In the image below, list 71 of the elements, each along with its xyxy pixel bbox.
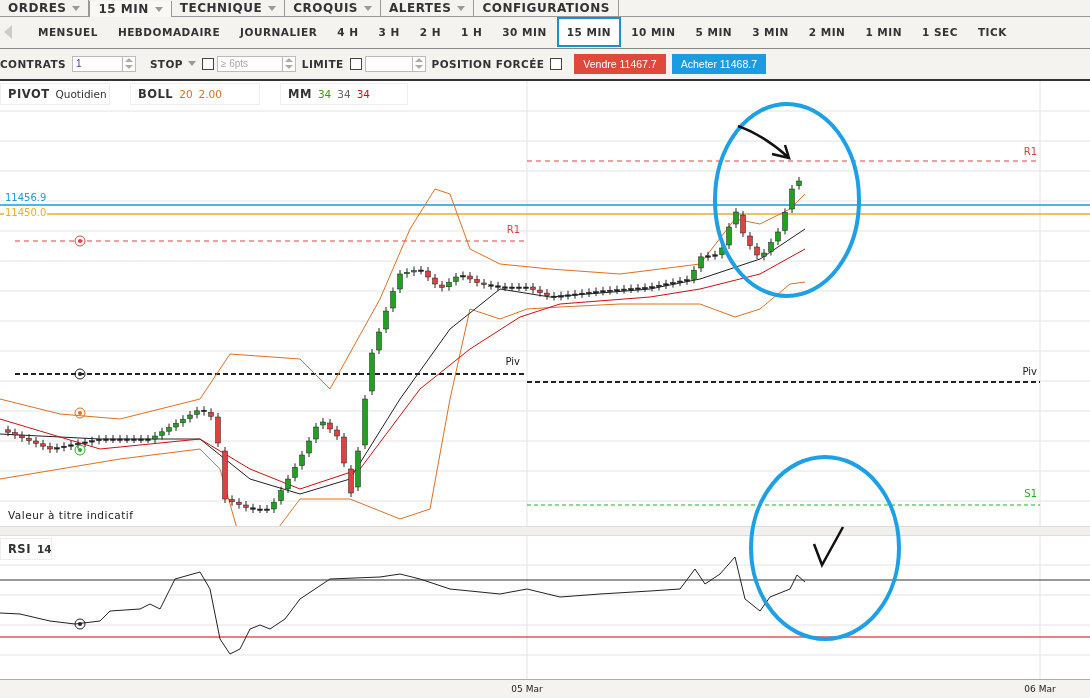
marker-icon [74, 444, 86, 456]
caret-icon [457, 5, 466, 11]
pivot-label: R1 [506, 224, 520, 236]
caret-icon [187, 61, 196, 67]
stop-dropdown[interactable]: STOP [149, 57, 196, 70]
indicator-legend[interactable]: PIVOT Quotidien [0, 83, 110, 106]
indicator-legend[interactable]: BOLL 20 2.00 [130, 83, 260, 106]
menu-tab[interactable]: TECHNIQUE [171, 0, 286, 16]
timeframe-button[interactable]: 1 MIN [855, 17, 912, 48]
indicator-parameter: 14 [36, 543, 52, 556]
price-label: 11456.9 [4, 192, 48, 204]
stop-checkbox[interactable] [201, 57, 214, 70]
checkmark-drawing [812, 526, 845, 569]
arrow-drawing [736, 124, 791, 160]
indicator-parameter: 34 [317, 88, 332, 101]
indicator-parameter: Quotidien [55, 88, 107, 101]
pivot-label: S1 [1024, 488, 1037, 500]
contracts-label: CONTRATS [0, 57, 66, 70]
contracts-field[interactable]: 1 [71, 55, 122, 72]
indicator-name: RSI [8, 542, 31, 557]
price-label: 11450.0 [4, 207, 48, 219]
timeframe-button[interactable]: 15 MIN [556, 17, 622, 48]
limit-label: LIMITE [301, 57, 344, 70]
timeframe-button[interactable]: 10 MIN [621, 17, 686, 48]
axis-label: 06 Mar [1024, 684, 1056, 695]
sell-button[interactable]: Vendre 11467.7 [574, 53, 666, 74]
stop-field[interactable]: ≥ 6pts [216, 55, 282, 72]
pivot-label: R1 [1023, 146, 1037, 158]
caret-icon [268, 5, 277, 11]
pivot-label: Piv [1022, 366, 1037, 378]
indicator-legend[interactable]: RSI 14 [0, 538, 52, 561]
timeframe-button[interactable]: HEBDOMADAIRE [107, 17, 231, 48]
timeframe-button[interactable]: 3 H [368, 17, 410, 48]
caret-icon [72, 5, 81, 11]
marker-icon [74, 407, 86, 419]
indicator-name: PIVOT [8, 87, 50, 102]
menu-tab[interactable]: CONFIGURATIONS [474, 0, 619, 16]
caret-icon [364, 5, 372, 11]
timeframe-button[interactable]: 4 H [327, 17, 369, 48]
timeframe-button[interactable]: 1 SEC [912, 17, 968, 48]
indicator-parameter: 2.00 [198, 88, 222, 101]
indicator-legend[interactable]: MM 34 34 34 [280, 83, 408, 106]
caret-icon [154, 6, 163, 12]
timeframe-button[interactable]: 2 MIN [798, 17, 856, 48]
indicator-parameter: 20 [179, 88, 193, 101]
indicator-parameter: 34 [356, 88, 370, 101]
timeframe-button[interactable]: 2 H [409, 17, 452, 48]
axis-label: 05 Mar [511, 684, 543, 695]
timeframe-button[interactable]: MENSUEL [28, 17, 108, 48]
timeframe-button[interactable]: 3 MIN [742, 17, 799, 48]
indicator-parameter: 34 [337, 88, 351, 101]
menu-tab[interactable]: ALERTES [381, 0, 475, 16]
marker-icon [74, 618, 86, 630]
disclaimer-text: Valeur à titre indicatif [8, 509, 134, 522]
menu-tab[interactable]: 15 MIN [89, 1, 172, 17]
timeframe-button[interactable]: 5 MIN [685, 17, 743, 48]
timeframe-button[interactable]: 1 H [451, 17, 493, 48]
marker-icon [74, 368, 86, 380]
limit-field[interactable] [364, 55, 412, 72]
forced-position-checkbox[interactable] [550, 57, 563, 70]
indicator-name: BOLL [138, 87, 174, 102]
menu-tab[interactable]: CROQUIS [285, 0, 381, 16]
timeframe-button[interactable]: TICK [967, 17, 1017, 48]
timeframe-button[interactable]: JOURNALIER [230, 17, 328, 48]
limit-checkbox[interactable] [349, 57, 362, 70]
forced-position-label: POSITION FORCÉE [431, 57, 545, 70]
left-arrow-icon[interactable] [4, 25, 12, 40]
marker-icon [74, 235, 86, 247]
indicator-name: MM [288, 87, 312, 102]
timeframe-button[interactable]: 30 MIN [492, 17, 557, 48]
pivot-label: Piv [505, 356, 520, 368]
